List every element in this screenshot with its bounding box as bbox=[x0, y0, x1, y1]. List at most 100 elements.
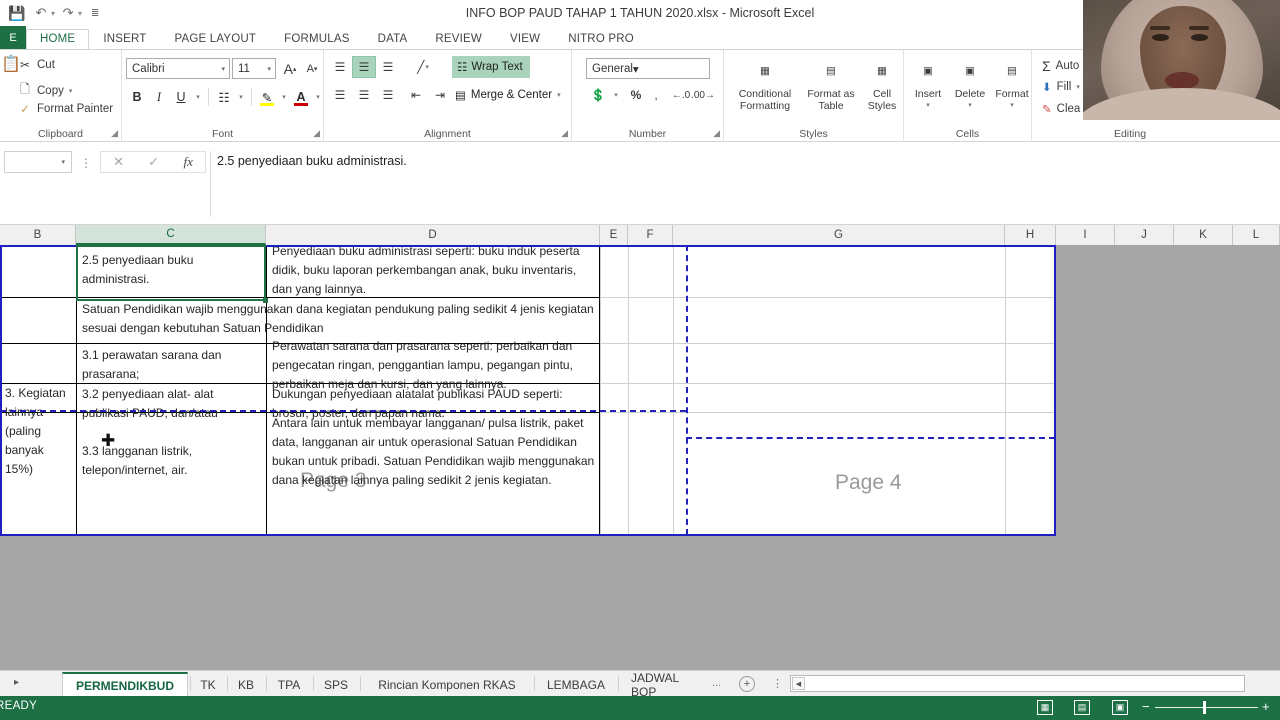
delete-cells-button[interactable]: ▣ Delete ▾ bbox=[950, 54, 990, 112]
align-right-button[interactable]: ☰ bbox=[376, 84, 400, 106]
cell-styles-button[interactable]: ▦ Cell Styles bbox=[862, 54, 902, 112]
page-break-view-icon[interactable]: ▣ bbox=[1112, 700, 1128, 715]
horizontal-scrollbar[interactable] bbox=[790, 675, 1245, 692]
fill-color-dropdown-icon[interactable]: ▾ bbox=[278, 86, 290, 108]
accounting-dropdown-icon[interactable]: ▾ bbox=[610, 84, 622, 106]
fill-color-button[interactable]: ✎ bbox=[256, 86, 278, 108]
column-header-f[interactable]: F bbox=[628, 225, 673, 245]
sheet-tab-lembaga[interactable]: LEMBAGA bbox=[538, 672, 614, 697]
enter-icon[interactable]: ✓ bbox=[148, 154, 159, 170]
align-top-button[interactable]: ☰ bbox=[328, 56, 352, 78]
bold-button[interactable]: B bbox=[126, 86, 148, 108]
zoom-slider-track[interactable] bbox=[1155, 707, 1258, 708]
sheet-tab-sps[interactable]: SPS bbox=[315, 672, 357, 697]
align-bottom-button[interactable]: ☰ bbox=[376, 56, 400, 78]
column-header-j[interactable]: J bbox=[1115, 225, 1174, 245]
sheet-tabs-more-icon[interactable]: ⋮ bbox=[772, 677, 783, 690]
column-header-k[interactable]: K bbox=[1174, 225, 1233, 245]
decrease-indent-button[interactable]: ⇤ bbox=[404, 84, 428, 106]
column-header-l[interactable]: L bbox=[1233, 225, 1280, 245]
tab-separator bbox=[266, 676, 267, 691]
outside-print-area-right bbox=[1056, 245, 1280, 541]
scroll-left-icon[interactable]: ◀ bbox=[792, 677, 805, 690]
copy-button[interactable]: 🗋 Copy ▾ bbox=[18, 80, 72, 101]
fill-button[interactable]: ⬇ Fill ▾ bbox=[1042, 80, 1080, 94]
sheet-tab-tk[interactable]: TK bbox=[192, 672, 224, 697]
insert-cells-button[interactable]: ▣ Insert ▾ bbox=[908, 54, 948, 112]
sheet-nav-next-icon[interactable]: ▸ bbox=[14, 677, 19, 688]
font-size-input[interactable]: 11 ▾ bbox=[232, 58, 276, 79]
tab-data[interactable]: DATA bbox=[364, 29, 422, 50]
tab-review[interactable]: REVIEW bbox=[421, 29, 496, 50]
fill-handle[interactable] bbox=[263, 298, 268, 303]
tab-view[interactable]: VIEW bbox=[496, 29, 554, 50]
sheet-tab-tpa[interactable]: TPA bbox=[268, 672, 310, 697]
number-format-select[interactable]: General ▾ bbox=[586, 58, 710, 79]
paintbrush-icon: ✓ bbox=[19, 102, 31, 116]
accounting-format-button[interactable]: 💲 bbox=[586, 84, 610, 106]
add-sheet-button[interactable]: + bbox=[739, 676, 755, 692]
font-color-button[interactable]: A bbox=[290, 86, 312, 108]
page-layout-view-icon[interactable]: ▤ bbox=[1074, 700, 1090, 715]
increase-indent-button[interactable]: ⇥ bbox=[428, 84, 452, 106]
sheet-tab-kb[interactable]: KB bbox=[229, 672, 263, 697]
format-as-table-button[interactable]: ▤ Format as Table bbox=[802, 54, 860, 112]
italic-button[interactable]: I bbox=[148, 86, 170, 108]
merge-and-center-button[interactable]: ▤ Merge & Center ▾ bbox=[452, 84, 565, 106]
clear-button[interactable]: ✎ Clea bbox=[1042, 102, 1080, 116]
borders-button[interactable]: ☷ bbox=[213, 86, 235, 108]
font-dialog-launcher-icon[interactable]: ◢ bbox=[313, 128, 320, 139]
orientation-button[interactable]: ╱ ▾ bbox=[408, 56, 438, 78]
column-header-g[interactable]: G bbox=[673, 225, 1005, 245]
font-name-input[interactable]: Calibri ▾ bbox=[126, 58, 230, 79]
grow-font-button[interactable]: A ▴ bbox=[280, 58, 300, 79]
column-header-c[interactable]: C bbox=[76, 225, 266, 245]
shrink-font-button[interactable]: A ▾ bbox=[302, 58, 322, 79]
cancel-icon[interactable]: ✕ bbox=[113, 154, 124, 170]
formula-input[interactable]: 2.5 penyediaan buku administrasi. bbox=[210, 151, 1276, 217]
underline-button[interactable]: U bbox=[170, 86, 192, 108]
sheet-tabs-overflow[interactable]: ... bbox=[712, 677, 721, 689]
tab-formulas[interactable]: FORMULAS bbox=[270, 29, 364, 50]
comma-style-button[interactable]: , bbox=[648, 84, 664, 106]
align-center-button[interactable]: ☰ bbox=[352, 84, 376, 106]
cut-button[interactable]: ✂ Cut bbox=[18, 58, 55, 72]
format-cells-button[interactable]: ▤ Format ▾ bbox=[992, 54, 1032, 112]
tab-nitro-pro[interactable]: NITRO PRO bbox=[554, 29, 648, 50]
zoom-out-button[interactable]: − bbox=[1142, 699, 1150, 714]
tab-page-layout[interactable]: PAGE LAYOUT bbox=[160, 29, 270, 50]
percent-style-button[interactable]: % bbox=[626, 84, 646, 106]
tab-home[interactable]: HOME bbox=[26, 29, 90, 50]
borders-dropdown-icon[interactable]: ▾ bbox=[235, 86, 247, 108]
align-middle-button[interactable]: ☰ bbox=[352, 56, 376, 78]
normal-view-icon[interactable]: ▦ bbox=[1037, 700, 1053, 715]
sheet-body[interactable]: Page 3 Page 4 3. Kegiatan lainnya (palin… bbox=[0, 244, 1280, 670]
alignment-dialog-launcher-icon[interactable]: ◢ bbox=[561, 128, 568, 139]
autosum-button[interactable]: Σ Auto bbox=[1042, 58, 1079, 74]
underline-dropdown-icon[interactable]: ▾ bbox=[192, 86, 204, 108]
align-left-button[interactable]: ☰ bbox=[328, 84, 352, 106]
decrease-decimal-button[interactable]: .00→ bbox=[691, 84, 715, 106]
column-header-b[interactable]: B bbox=[0, 225, 76, 245]
sheet-tab-jadwal-bop[interactable]: JADWAL BOP bbox=[622, 672, 712, 697]
conditional-formatting-button[interactable]: ▦ Conditional Formatting bbox=[730, 54, 800, 112]
ribbon-group-styles: ▦ Conditional Formatting ▤ Format as Tab… bbox=[724, 50, 904, 142]
sheet-tab-rincian-komponen-rkas[interactable]: Rincian Komponen RKAS bbox=[364, 672, 530, 697]
name-box[interactable]: ▾ bbox=[4, 151, 72, 173]
zoom-slider-knob[interactable] bbox=[1203, 701, 1206, 714]
zoom-in-button[interactable]: + bbox=[1262, 699, 1270, 714]
column-header-e[interactable]: E bbox=[600, 225, 628, 245]
tab-insert[interactable]: INSERT bbox=[89, 29, 160, 50]
formula-bar-separator: ⋮ bbox=[80, 156, 92, 170]
wrap-text-button[interactable]: ☷ Wrap Text bbox=[452, 56, 530, 78]
font-color-dropdown-icon[interactable]: ▾ bbox=[312, 86, 324, 108]
insert-function-icon[interactable]: fx bbox=[183, 154, 192, 170]
number-dialog-launcher-icon[interactable]: ◢ bbox=[713, 128, 720, 139]
column-header-i[interactable]: I bbox=[1056, 225, 1115, 245]
sheet-tab-permendikbud[interactable]: PERMENDIKBUD bbox=[62, 672, 188, 697]
tab-file[interactable]: E bbox=[0, 26, 26, 50]
clipboard-dialog-launcher-icon[interactable]: ◢ bbox=[111, 128, 118, 139]
column-header-h[interactable]: H bbox=[1005, 225, 1056, 245]
format-painter-button[interactable]: ✓ Format Painter bbox=[18, 102, 113, 116]
increase-decimal-button[interactable]: ←.0 bbox=[670, 84, 692, 106]
